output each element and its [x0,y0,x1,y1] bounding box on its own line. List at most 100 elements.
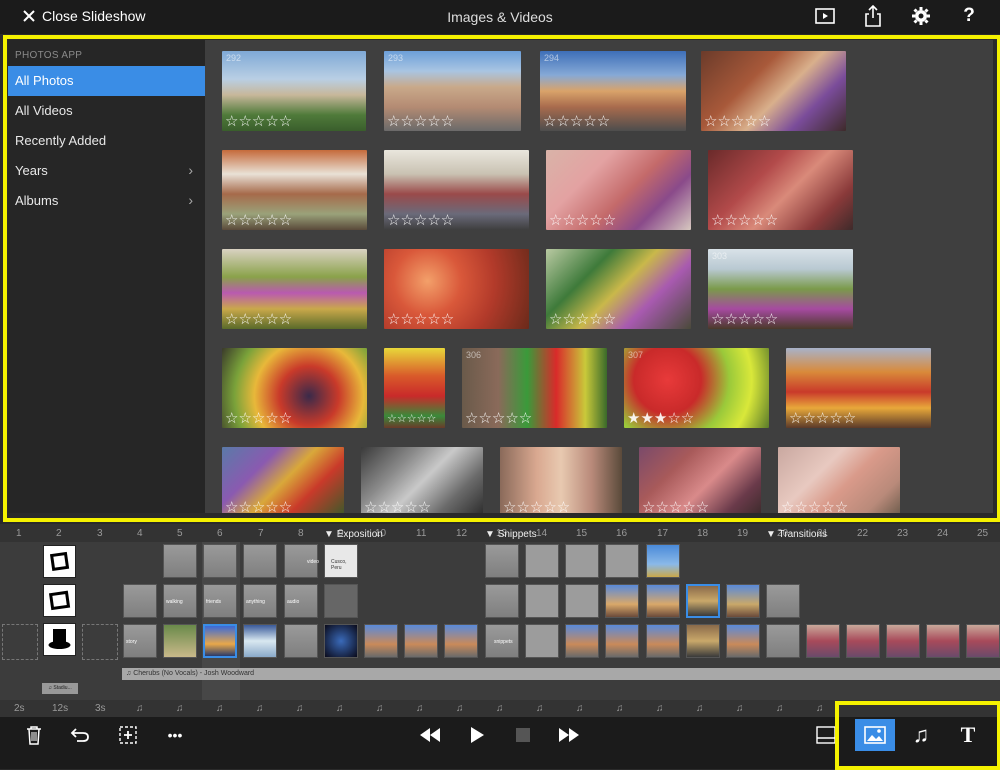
photo-thumbnail[interactable]: 294 ☆☆☆☆☆ [540,51,686,131]
star-rating[interactable]: ☆☆☆☆☆ [387,114,454,130]
help-icon[interactable]: ? [958,5,980,27]
section-exposition[interactable]: ▼ Exposition [324,529,383,540]
section-transitions[interactable]: ▼ Transitions [766,529,827,540]
timeline-clip[interactable]: anything [243,584,277,618]
timeline-clip[interactable] [284,624,318,658]
timeline-clip[interactable] [525,584,559,618]
timeline-clip[interactable] [646,544,680,578]
timeline-clip[interactable] [806,624,840,658]
star-rating[interactable]: ☆☆☆☆☆ [225,312,292,328]
timeline-clip[interactable] [163,624,197,658]
layout-icon[interactable] [813,723,839,747]
stop-icon[interactable] [510,723,536,747]
photos-tab-icon[interactable] [855,719,895,751]
undo-icon[interactable] [67,723,93,747]
photo-thumbnail[interactable]: 292 ☆☆☆☆☆ [222,51,366,131]
timeline-clip[interactable]: video [284,544,319,578]
star-rating[interactable]: ☆☆☆☆☆ [789,411,856,427]
star-rating[interactable]: ☆☆☆☆☆ [711,213,778,229]
star-rating[interactable]: ☆☆☆☆☆ [704,114,771,130]
timeline-clip[interactable] [243,544,277,578]
timeline-clip[interactable] [565,624,599,658]
timeline-clip[interactable] [766,584,800,618]
photo-thumbnail[interactable]: ☆☆☆☆☆ [546,150,691,230]
timeline-clip[interactable] [203,624,237,658]
star-rating[interactable]: ★★★☆☆ [627,411,694,427]
timeline-clip[interactable] [163,544,197,578]
timeline-clip[interactable] [886,624,920,658]
section-snippets[interactable]: ▼ Snippets [485,529,537,540]
timeline-clip[interactable] [686,624,720,658]
sidebar-item-all-videos[interactable]: All Videos [8,96,205,126]
timeline-clip[interactable] [605,624,639,658]
photo-thumbnail[interactable]: ☆☆☆☆☆ [708,150,853,230]
timeline-clip[interactable] [485,584,519,618]
timeline-clip[interactable] [324,584,358,618]
photo-thumbnail[interactable]: ☆☆☆☆☆ [778,447,900,513]
text-tab-icon[interactable]: T [955,722,981,747]
star-rating[interactable]: ☆☆☆☆☆ [549,213,616,229]
rewind-icon[interactable] [417,723,443,747]
photo-thumbnail[interactable]: ☆☆☆☆☆ [701,51,846,131]
photo-thumbnail[interactable]: ☆☆☆☆☆ [222,249,367,329]
photo-thumbnail[interactable]: ☆☆☆☆☆ [546,249,691,329]
timeline-clip[interactable] [565,584,599,618]
sidebar-item-albums[interactable]: Albums › [8,186,205,216]
timeline-clip[interactable] [846,624,880,658]
sidebar-item-years[interactable]: Years › [8,156,205,186]
sidebar-item-all-photos[interactable]: All Photos [8,66,205,96]
timeline-clip[interactable] [766,624,800,658]
photo-thumbnail[interactable]: ☆☆☆☆☆ [384,150,529,230]
photo-thumbnail[interactable]: ☆☆☆☆☆ [786,348,931,428]
timeline-clip[interactable] [404,624,438,658]
trash-icon[interactable] [21,723,47,747]
timeline-clip[interactable]: audio [284,584,318,618]
timeline-clip[interactable] [966,624,1000,658]
timeline-clip[interactable] [525,544,559,578]
star-rating[interactable]: ☆☆☆☆☆ [543,114,610,130]
timeline-clip[interactable] [525,624,559,658]
timeline-clip[interactable] [243,624,277,658]
photo-thumbnail[interactable]: 306 ☆☆☆☆☆ [462,348,607,428]
timeline-clip[interactable] [646,584,680,618]
photo-frame-tool-icon[interactable] [43,545,76,578]
sidebar-item-recently-added[interactable]: Recently Added [8,126,205,156]
timeline-clip[interactable] [926,624,960,658]
star-rating[interactable]: ☆☆☆☆☆ [225,114,292,130]
empty-slot[interactable] [2,624,38,660]
star-rating[interactable]: ☆☆☆☆☆ [364,500,431,514]
timeline-clip[interactable] [646,624,680,658]
play-icon[interactable] [464,723,490,747]
timeline-clip[interactable]: snippets [485,624,519,658]
photo-thumbnail[interactable]: 293 ☆☆☆☆☆ [384,51,521,131]
photo-thumbnail[interactable]: 307 ★★★☆☆ [624,348,769,428]
photo-thumbnail[interactable]: ☆☆☆☆☆ [222,348,367,428]
timeline-clip[interactable] [605,584,639,618]
photo-thumbnail[interactable]: ☆☆☆☆☆ [384,249,529,329]
timeline-clip[interactable]: walking [163,584,197,618]
photo-thumbnail[interactable]: ☆☆☆☆☆ [500,447,622,513]
empty-slot[interactable] [82,624,118,660]
star-rating[interactable]: ☆☆☆☆☆ [387,411,436,427]
photo-thumbnail[interactable]: ☆☆☆☆☆ [639,447,761,513]
film-tool-icon[interactable] [43,584,76,617]
timeline-clip[interactable]: Cusco, Peru [324,544,358,578]
more-icon[interactable]: ••• [162,723,188,747]
timeline-clip[interactable] [444,624,478,658]
timeline-clip[interactable] [123,584,157,618]
timeline-clip[interactable] [203,544,237,578]
photo-thumbnail[interactable]: 303 ☆☆☆☆☆ [708,249,853,329]
add-box-icon[interactable] [115,723,141,747]
photo-thumbnail[interactable]: ☆☆☆☆☆ [222,150,367,230]
fast-forward-icon[interactable] [556,723,582,747]
audio-chip[interactable]: ♫ Stadiu... [42,683,78,694]
timeline-clip[interactable] [605,544,639,578]
photo-thumbnail[interactable]: ☆☆☆☆☆ [384,348,445,428]
play-preview-icon[interactable] [814,5,836,27]
star-rating[interactable]: ☆☆☆☆☆ [225,411,292,427]
timeline-clip[interactable] [364,624,398,658]
star-rating[interactable]: ☆☆☆☆☆ [225,500,292,514]
star-rating[interactable]: ☆☆☆☆☆ [387,312,454,328]
timeline-clip[interactable] [565,544,599,578]
music-track[interactable]: ♫ Cherubs (No Vocals) - Josh Woodward [122,668,1000,680]
